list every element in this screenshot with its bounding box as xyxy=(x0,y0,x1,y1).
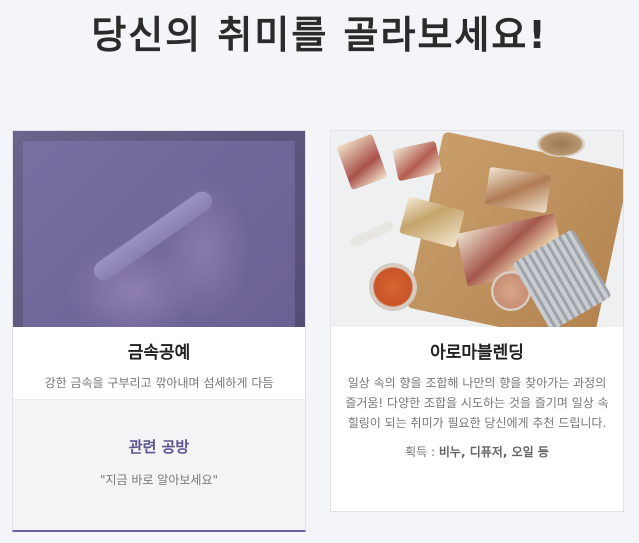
related-workshop-panel[interactable]: 관련 공방 "지금 바로 알아보세요" xyxy=(13,399,305,530)
acquire-label: 획득 : xyxy=(405,445,436,459)
hobby-card-metal-craft[interactable]: 금속공예 강한 금속을 구부리고 깎아내며 섬세하게 다듬 관련 공방 "지금 … xyxy=(12,130,306,532)
metal-craft-photo xyxy=(13,131,305,327)
card-title: 아로마블렌딩 xyxy=(430,343,524,363)
acquire-info: 획득 : 비누, 디퓨저, 오일 등 xyxy=(331,443,623,460)
related-workshop-title[interactable]: 관련 공방 xyxy=(13,436,305,457)
hobby-card-aroma-blending[interactable]: 아로마블렌딩 일상 속의 향을 조합해 나만의 향을 찾아가는 과정의 즐거움!… xyxy=(330,130,624,512)
card-description: 일상 속의 향을 조합해 나만의 향을 찾아가는 과정의 즐거움! 다양한 조합… xyxy=(345,376,609,430)
aroma-soap-photo xyxy=(331,131,623,327)
card-description: 강한 금속을 구부리고 깎아내며 섬세하게 다듬 xyxy=(44,376,274,390)
card-title: 금속공예 xyxy=(127,343,191,363)
related-workshop-subtitle: "지금 바로 알아보세요" xyxy=(99,473,219,487)
page-title: 당신의 취미를 골라보세요! xyxy=(91,13,548,57)
acquire-items: 비누, 디퓨저, 오일 등 xyxy=(438,445,549,459)
